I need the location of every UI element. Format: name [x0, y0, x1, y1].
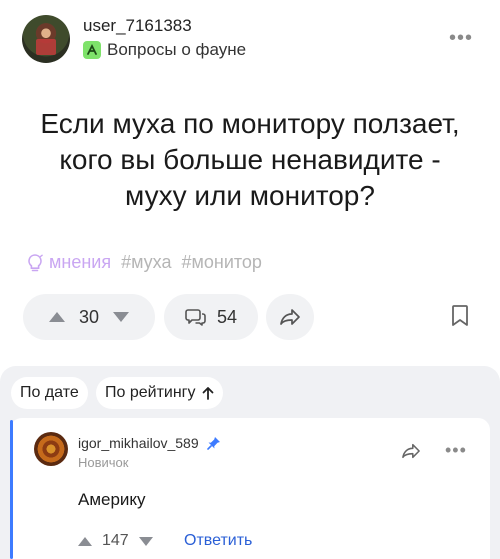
bookmark-icon[interactable]	[450, 304, 470, 328]
commenter-avatar[interactable]	[34, 432, 68, 466]
more-icon[interactable]: •••	[449, 27, 473, 50]
author-username[interactable]: user_7161383	[83, 16, 192, 36]
arrow-up-icon	[202, 387, 213, 400]
downvote-icon[interactable]	[138, 536, 153, 546]
tag-monitor[interactable]: #монитор	[181, 252, 261, 273]
comment: igor_mikhailov_589 Новичок ••• Америку 1…	[10, 418, 490, 559]
tag-fly[interactable]: #муха	[121, 252, 171, 273]
vote-control: 30	[23, 294, 155, 340]
tag-list: мнения #муха #монитор	[26, 252, 262, 273]
upvote-icon[interactable]	[48, 312, 65, 322]
upvote-icon[interactable]	[78, 536, 92, 546]
post-title: Если муха по монитору ползает, кого вы б…	[40, 108, 460, 211]
share-icon	[280, 309, 300, 325]
share-button[interactable]	[266, 294, 314, 340]
thread-line	[10, 420, 13, 559]
post-actions: 30 54	[0, 294, 500, 340]
comments-button[interactable]: 54	[164, 294, 258, 340]
comments-icon	[185, 309, 206, 326]
tag-opinions[interactable]: мнения	[26, 252, 111, 273]
community-link[interactable]: Вопросы о фауне	[83, 40, 246, 60]
lightbulb-icon	[28, 253, 43, 271]
reply-button[interactable]: Ответить	[184, 532, 252, 550]
author-avatar[interactable]	[22, 15, 70, 63]
commenter-rank: Новичок	[78, 455, 129, 470]
downvote-icon[interactable]	[113, 312, 130, 322]
sort-by-date[interactable]: По дате	[11, 377, 88, 409]
post-rating: 30	[78, 306, 100, 327]
comment-text: Америку	[78, 490, 146, 509]
sort-by-rating[interactable]: По рейтингу	[96, 377, 223, 409]
comments-count: 54	[216, 306, 238, 327]
comments-section: По дате По рейтингу igor_mikhailov_589 Н…	[0, 366, 500, 559]
share-icon[interactable]	[400, 442, 422, 460]
pin-icon	[206, 437, 220, 450]
commenter-username[interactable]: igor_mikhailov_589	[78, 435, 221, 451]
more-icon[interactable]: •••	[445, 440, 467, 461]
community-name: Вопросы о фауне	[107, 40, 247, 59]
post: user_7161383 Вопросы о фауне ••• Если му…	[0, 0, 500, 366]
comment-vote-control: 147	[78, 532, 153, 550]
comment-rating: 147	[102, 532, 129, 549]
community-icon	[83, 41, 101, 59]
